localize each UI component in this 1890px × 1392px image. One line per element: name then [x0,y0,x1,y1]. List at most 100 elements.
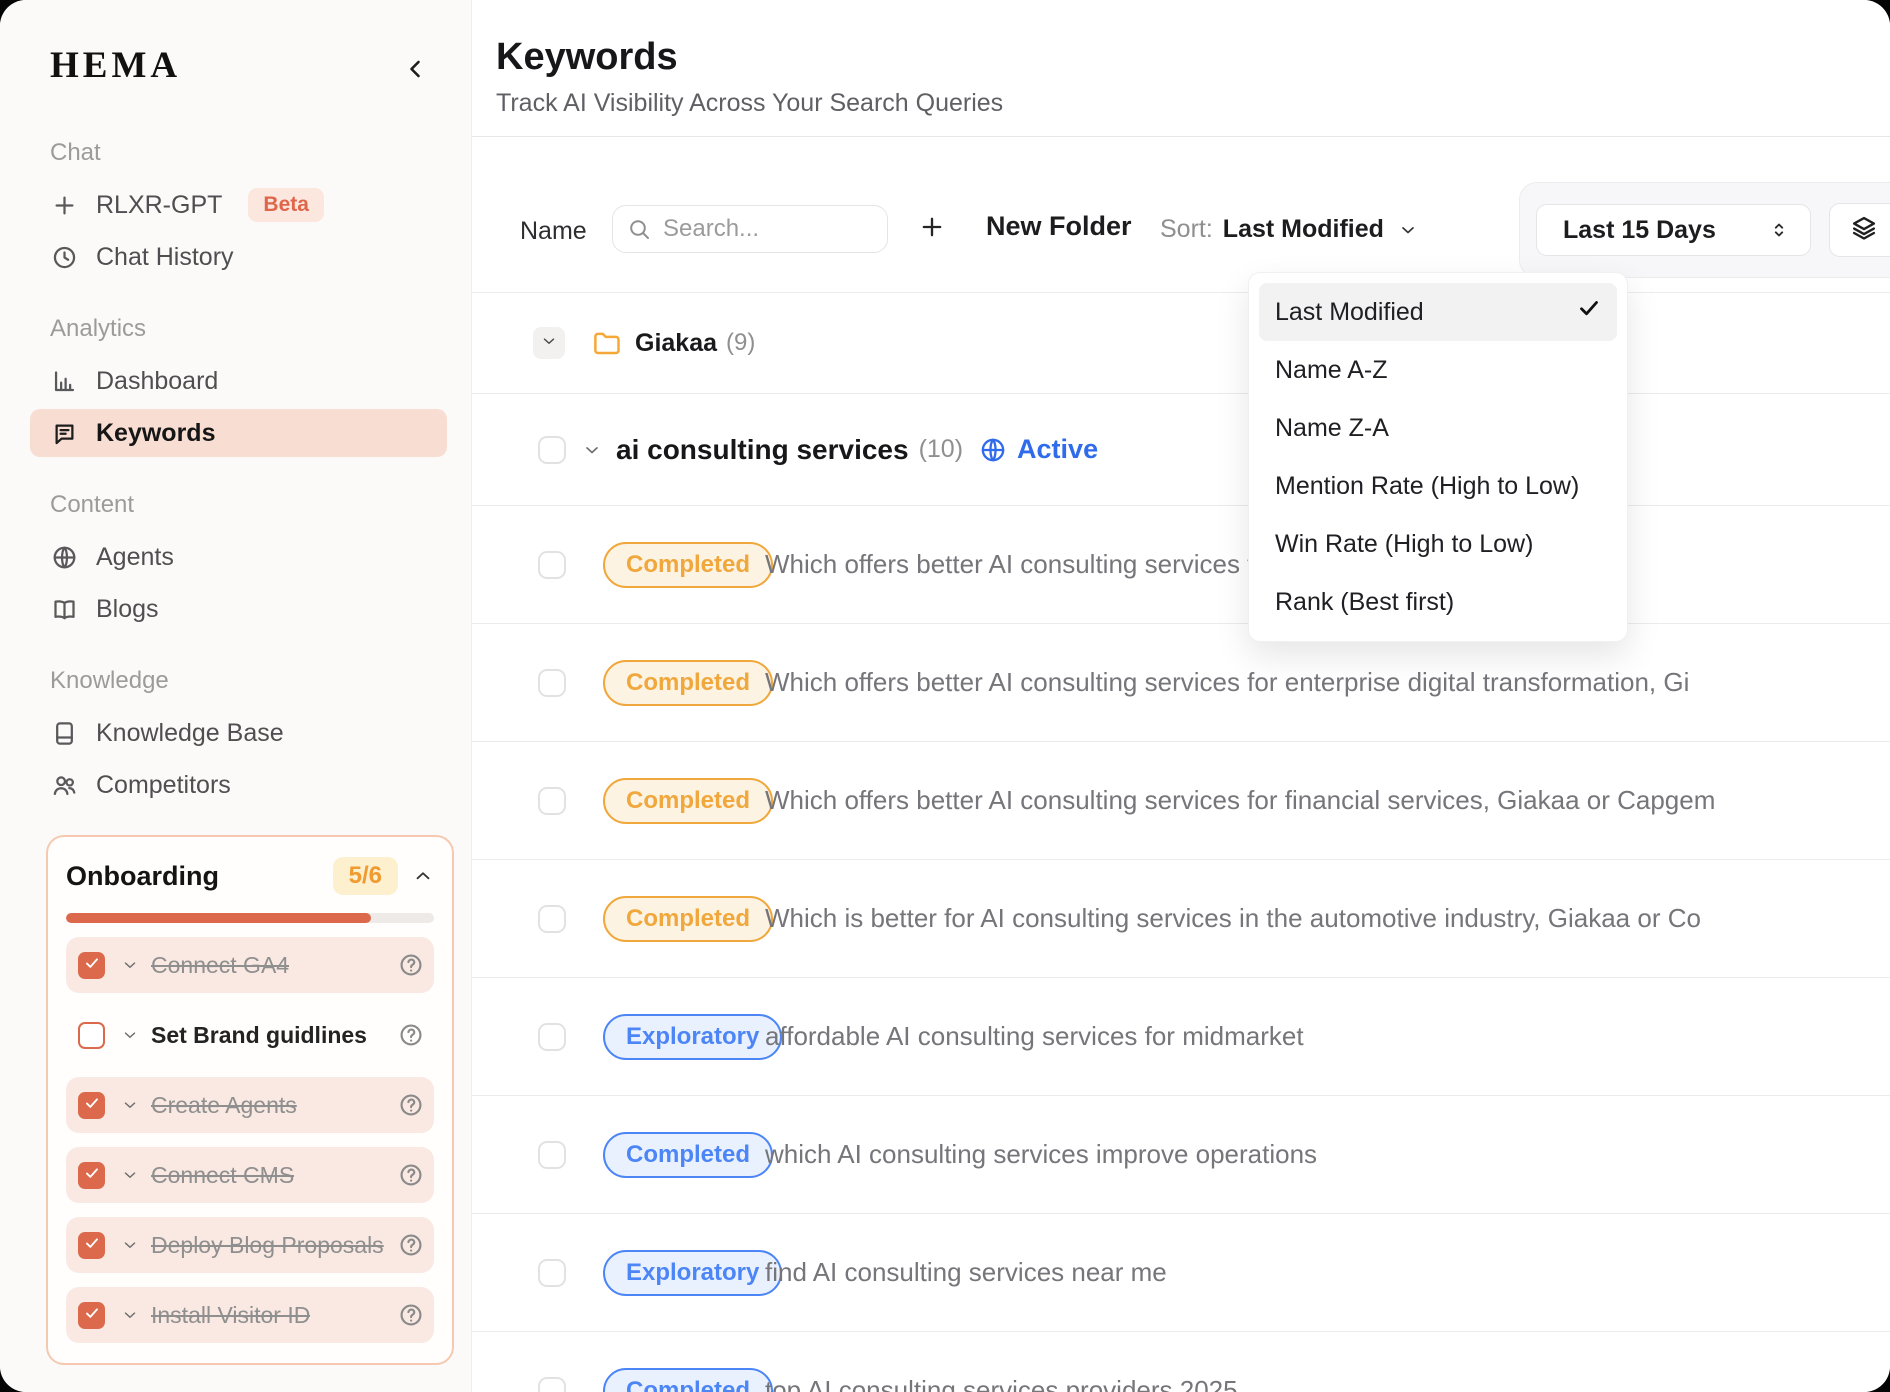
date-range-select[interactable]: Last 15 Days [1536,204,1811,256]
sort-menu-item[interactable]: Rank (Best first) [1259,573,1617,631]
sidebar-item[interactable]: Chat History [30,233,447,281]
sidebar-item[interactable]: Agents [30,533,447,581]
query-row[interactable]: Completed Which offers better AI consult… [472,623,1890,741]
chevron-down-icon[interactable] [121,1026,139,1044]
chevron-down-icon[interactable] [121,956,139,974]
sidebar-item[interactable]: Blogs [30,585,447,633]
query-row[interactable]: Exploratory find AI consulting services … [472,1213,1890,1331]
sort-menu-item[interactable]: Name A-Z [1259,341,1617,399]
chevron-down-icon[interactable] [121,1236,139,1254]
query-text: Which offers better AI consulting servic… [765,785,1715,816]
onboarding-item[interactable]: Create Agents [66,1077,434,1133]
sidebar-item[interactable]: Keywords [30,409,447,457]
nav-section-items: Agents Blogs [50,533,447,633]
help-icon[interactable] [398,1022,424,1048]
chevron-down-icon[interactable] [121,1166,139,1184]
check-icon [1577,296,1601,320]
layers-button[interactable] [1829,203,1890,257]
checkbox[interactable] [538,436,566,464]
checkbox[interactable] [538,669,566,697]
keyword-group-row[interactable]: ai consulting services (10) Active [472,393,1890,505]
folder-name: Giakaa [635,329,717,358]
checkbox[interactable] [78,1022,105,1049]
sort-menu-item[interactable]: Mention Rate (High to Low) [1259,457,1617,515]
page-subtitle: Track AI Visibility Across Your Search Q… [496,89,1890,118]
query-row[interactable]: Completed Which offers better AI consult… [472,505,1890,623]
page-title: Keywords [496,36,1890,79]
onboarding-card: Onboarding 5/6 Connect GA4 [46,835,454,1365]
checkbox[interactable] [78,1302,105,1329]
folder-expand-button[interactable] [533,327,565,359]
checkbox[interactable] [78,1092,105,1119]
sidebar-item-label: Chat History [96,243,234,272]
onboarding-item-label: Install Visitor ID [151,1302,310,1329]
onboarding-item[interactable]: Connect CMS [66,1147,434,1203]
query-text: top AI consulting services providers 202… [765,1375,1238,1392]
chevron-down-icon[interactable] [121,1306,139,1324]
help-icon[interactable] [398,1162,424,1188]
sort-menu-item[interactable]: Name Z-A [1259,399,1617,457]
status-badge-wrap: Completed [603,1368,765,1392]
onboarding-item-label: Deploy Blog Proposals [151,1232,384,1259]
checkbox[interactable] [538,1377,566,1392]
nav-section-items: RLXR-GPT Beta Chat History [50,181,447,281]
keyword-group-name: ai consulting services [616,434,909,466]
sidebar-item-icon [50,719,78,747]
sidebar-item-label: Blogs [96,595,159,624]
query-text: which AI consulting services improve ope… [765,1139,1317,1170]
status-badge: Exploratory [603,1250,782,1296]
sort-dropdown-menu: Last Modified Name A-Z Name Z-A Mention … [1248,272,1628,642]
query-row[interactable]: Completed which AI consulting services i… [472,1095,1890,1213]
sidebar-item[interactable]: RLXR-GPT Beta [30,181,447,229]
onboarding-item[interactable]: Connect GA4 [66,937,434,993]
sidebar-item[interactable]: Knowledge Base [30,709,447,757]
sidebar-item-icon [50,419,78,447]
folder-count: (9) [726,329,755,357]
chevron-down-icon[interactable] [121,1096,139,1114]
checkbox[interactable] [78,952,105,979]
help-icon[interactable] [398,1092,424,1118]
nav-section-label: Analytics [50,315,447,343]
checkbox[interactable] [538,787,566,815]
onboarding-progress-bar [66,913,434,923]
query-row[interactable]: Completed top AI consulting services pro… [472,1331,1890,1392]
chevron-down-icon[interactable] [582,440,602,460]
query-row[interactable]: Exploratory affordable AI consulting ser… [472,977,1890,1095]
sidebar-item-label: Keywords [96,419,215,448]
query-row[interactable]: Completed Which is better for AI consult… [472,859,1890,977]
status-badge-wrap: Completed [603,660,765,706]
checkbox[interactable] [538,1141,566,1169]
status-badge: Completed [603,1132,773,1178]
help-icon[interactable] [398,1232,424,1258]
checkbox[interactable] [538,551,566,579]
status-badge: Completed [603,542,773,588]
search-box [612,205,888,253]
sidebar-item-label: Knowledge Base [96,719,284,748]
sidebar-collapse-button[interactable] [399,54,433,88]
checkbox[interactable] [538,1259,566,1287]
onboarding-item[interactable]: Set Brand guidlines [66,1007,434,1063]
query-row[interactable]: Completed Which offers better AI consult… [472,741,1890,859]
query-text: Which is better for AI consulting servic… [765,903,1701,934]
checkbox[interactable] [538,1023,566,1051]
sort-value-label: Last Modified [1223,215,1384,244]
folder-row[interactable]: Giakaa (9) [472,292,1890,393]
sort-control[interactable]: Sort: Last Modified [1160,215,1418,244]
sort-menu-item-label: Rank (Best first) [1275,586,1601,618]
search-input[interactable] [661,214,873,244]
new-folder-button[interactable]: New Folder [918,211,1132,242]
page-header: Keywords Track AI Visibility Across Your… [472,0,1890,137]
checkbox[interactable] [78,1232,105,1259]
onboarding-item[interactable]: Install Visitor ID [66,1287,434,1343]
onboarding-item[interactable]: Deploy Blog Proposals [66,1217,434,1273]
checkbox[interactable] [78,1162,105,1189]
help-icon[interactable] [398,1302,424,1328]
sidebar-item[interactable]: Dashboard [30,357,447,405]
help-icon[interactable] [398,952,424,978]
sidebar-item[interactable]: Competitors [30,761,447,809]
onboarding-header[interactable]: Onboarding 5/6 [66,857,434,895]
sort-menu-item[interactable]: Last Modified [1259,283,1617,341]
sort-menu-item[interactable]: Win Rate (High to Low) [1259,515,1617,573]
checkbox[interactable] [538,905,566,933]
chevron-up-icon[interactable] [412,865,434,887]
